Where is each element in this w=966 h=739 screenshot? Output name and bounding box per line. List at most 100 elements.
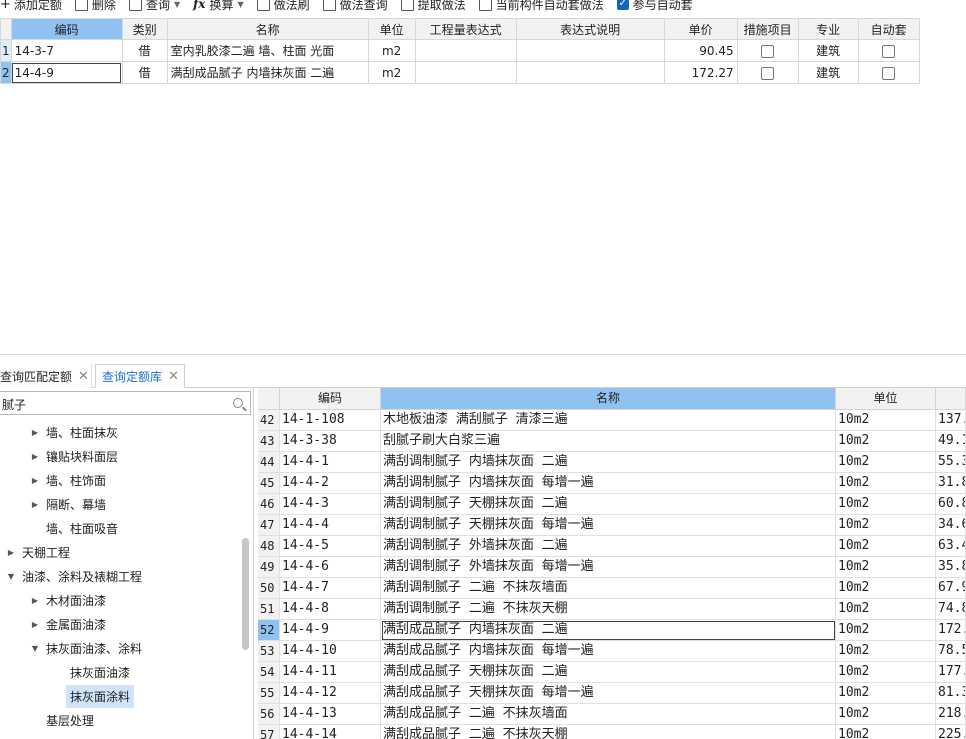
- category-cell[interactable]: 借: [121, 39, 168, 62]
- table-row[interactable]: 1 14-3-7 借 室内乳胶漆二遍 墙、柱面 光面 m2 90.45 建筑: [0, 39, 920, 62]
- tree-node[interactable]: ▶抹灰面油漆: [0, 660, 240, 684]
- code-cell[interactable]: 14-4-5: [280, 536, 381, 557]
- row-number[interactable]: 52: [258, 620, 280, 641]
- unit-cell[interactable]: 10m2: [836, 599, 936, 620]
- price-cell[interactable]: 49.1: [936, 431, 966, 452]
- code-cell[interactable]: 14-4-14: [280, 725, 381, 739]
- price-cell[interactable]: 90.45: [663, 39, 738, 62]
- category-cell[interactable]: 借: [121, 61, 168, 84]
- unit-cell[interactable]: 10m2: [836, 494, 936, 515]
- unit-cell[interactable]: 10m2: [836, 473, 936, 494]
- expression-cell[interactable]: [414, 61, 517, 84]
- table-row[interactable]: 4214-1-108木地板油漆 满刮腻子 清漆三遍10m2137.: [258, 410, 966, 431]
- auto-checkbox[interactable]: [882, 66, 896, 80]
- row-number[interactable]: 57: [258, 725, 280, 739]
- table-row[interactable]: 5614-4-13满刮成品腻子 二遍 不抹灰墙面10m2218.: [258, 704, 966, 725]
- row-number[interactable]: 48: [258, 536, 280, 557]
- close-icon[interactable]: ✕: [78, 369, 89, 384]
- name-cell[interactable]: 刮腻子刷大白浆三遍: [381, 431, 836, 452]
- code-cell[interactable]: 14-4-9: [280, 620, 381, 641]
- price-cell[interactable]: 177.: [936, 662, 966, 683]
- method-query-button[interactable]: 做法查询: [322, 0, 388, 13]
- caret-right-icon[interactable]: ▶: [30, 476, 40, 485]
- price-cell[interactable]: 172.: [936, 620, 966, 641]
- header-expression-desc[interactable]: 表达式说明: [515, 18, 665, 40]
- table-row[interactable]: 2 14-4-9 借 满刮成品腻子 内墙抹灰面 二遍 m2 172.27 建筑: [0, 61, 920, 84]
- name-cell[interactable]: 满刮成品腻子 天棚抹灰面 二遍: [381, 662, 836, 683]
- code-cell[interactable]: 14-4-12: [280, 683, 381, 704]
- caret-right-icon[interactable]: ▶: [30, 428, 40, 437]
- auto-method-button[interactable]: 当前构件自动套做法: [478, 0, 604, 13]
- search-icon[interactable]: [233, 398, 243, 408]
- code-cell[interactable]: 14-3-38: [280, 431, 381, 452]
- header-code[interactable]: 编码: [10, 18, 123, 40]
- name-cell[interactable]: 满刮调制腻子 内墙抹灰面 二遍: [381, 452, 836, 473]
- price-cell[interactable]: 34.6: [936, 515, 966, 536]
- table-row[interactable]: 5714-4-14满刮成品腻子 二遍 不抹灰天棚10m2225.: [258, 725, 966, 739]
- unit-cell[interactable]: 10m2: [836, 578, 936, 599]
- name-cell[interactable]: 满刮调制腻子 外墙抹灰面 二遍: [381, 536, 836, 557]
- unit-cell[interactable]: 10m2: [836, 536, 936, 557]
- convert-button[interactable]: fx 换算 ▼: [193, 0, 244, 13]
- table-row[interactable]: 5014-4-7满刮调制腻子 二遍 不抹灰墙面10m267.9: [258, 578, 966, 599]
- name-cell[interactable]: 满刮成品腻子 天棚抹灰面 每增一遍: [381, 683, 836, 704]
- search-input[interactable]: 腻子: [0, 391, 251, 415]
- price-cell[interactable]: 67.9: [936, 578, 966, 599]
- code-cell[interactable]: 14-1-108: [280, 410, 381, 431]
- query-button[interactable]: 查询 ▼: [128, 0, 180, 13]
- unit-cell[interactable]: 10m2: [836, 704, 936, 725]
- row-number[interactable]: 47: [258, 515, 280, 536]
- code-cell[interactable]: 14-4-4: [280, 515, 381, 536]
- unit-cell[interactable]: 10m2: [836, 452, 936, 473]
- table-row[interactable]: 4414-4-1满刮调制腻子 内墙抹灰面 二遍10m255.3: [258, 452, 966, 473]
- name-cell[interactable]: 满刮调制腻子 内墙抹灰面 每增一遍: [381, 473, 836, 494]
- table-row[interactable]: 5214-4-9满刮成品腻子 内墙抹灰面 二遍10m2172.: [258, 620, 966, 641]
- tree-node[interactable]: ▶ 镶贴块料面层: [0, 444, 240, 468]
- row-number[interactable]: 2: [0, 61, 12, 84]
- tree-node[interactable]: ▶ 墙、柱面抹灰: [0, 420, 240, 444]
- price-cell[interactable]: 31.8: [936, 473, 966, 494]
- name-cell[interactable]: 满刮调制腻子 二遍 不抹灰天棚: [381, 599, 836, 620]
- expression-cell[interactable]: [414, 39, 517, 62]
- table-row[interactable]: 4314-3-38刮腻子刷大白浆三遍10m249.1: [258, 431, 966, 452]
- tree-node[interactable]: ▶ 隔断、幕墙: [0, 492, 240, 516]
- tree-node[interactable]: ▼ 抹灰面油漆、涂料: [0, 636, 240, 660]
- row-number[interactable]: 51: [258, 599, 280, 620]
- price-cell[interactable]: 218.: [936, 704, 966, 725]
- table-row[interactable]: 4914-4-6满刮调制腻子 外墙抹灰面 每增一遍10m235.8: [258, 557, 966, 578]
- row-number[interactable]: 46: [258, 494, 280, 515]
- table-row[interactable]: 5414-4-11满刮成品腻子 天棚抹灰面 二遍10m2177.: [258, 662, 966, 683]
- measure-checkbox[interactable]: [761, 66, 775, 80]
- tree-node[interactable]: ▶ 木材面油漆: [0, 588, 240, 612]
- expression-desc-cell[interactable]: [515, 39, 665, 62]
- table-row[interactable]: 5314-4-10满刮成品腻子 内墙抹灰面 每增一遍10m278.5: [258, 641, 966, 662]
- code-cell[interactable]: 14-4-1: [280, 452, 381, 473]
- name-cell[interactable]: 满刮调制腻子 天棚抹灰面 每增一遍: [381, 515, 836, 536]
- name-cell[interactable]: 满刮调制腻子 外墙抹灰面 每增一遍: [381, 557, 836, 578]
- name-cell[interactable]: 满刮成品腻子 内墙抹灰面 二遍: [381, 620, 836, 641]
- unit-cell[interactable]: 10m2: [836, 725, 936, 739]
- price-cell[interactable]: 35.8: [936, 557, 966, 578]
- header-expression[interactable]: 工程量表达式: [414, 18, 517, 40]
- tab-match-quota[interactable]: 查询匹配定额 ✕: [0, 364, 92, 388]
- major-cell[interactable]: 建筑: [797, 39, 859, 62]
- price-cell[interactable]: 63.4: [936, 536, 966, 557]
- row-number[interactable]: 45: [258, 473, 280, 494]
- tree-node[interactable]: ▼ 油漆、涂料及裱糊工程: [0, 564, 240, 588]
- price-cell[interactable]: 74.8: [936, 599, 966, 620]
- header-price[interactable]: 单价: [663, 18, 738, 40]
- header-unit[interactable]: 单位: [836, 388, 936, 410]
- row-number[interactable]: 53: [258, 641, 280, 662]
- code-cell[interactable]: 14-4-6: [280, 557, 381, 578]
- code-cell[interactable]: 14-4-11: [280, 662, 381, 683]
- header-measure[interactable]: 措施项目: [736, 18, 799, 40]
- auto-checkbox[interactable]: [882, 44, 896, 58]
- header-unit[interactable]: 单位: [367, 18, 416, 40]
- header-name[interactable]: 名称: [381, 388, 836, 410]
- price-cell[interactable]: 78.5: [936, 641, 966, 662]
- close-icon[interactable]: ✕: [168, 369, 179, 384]
- row-number[interactable]: 56: [258, 704, 280, 725]
- unit-cell[interactable]: 10m2: [836, 515, 936, 536]
- unit-cell[interactable]: m2: [367, 39, 416, 62]
- row-number[interactable]: 44: [258, 452, 280, 473]
